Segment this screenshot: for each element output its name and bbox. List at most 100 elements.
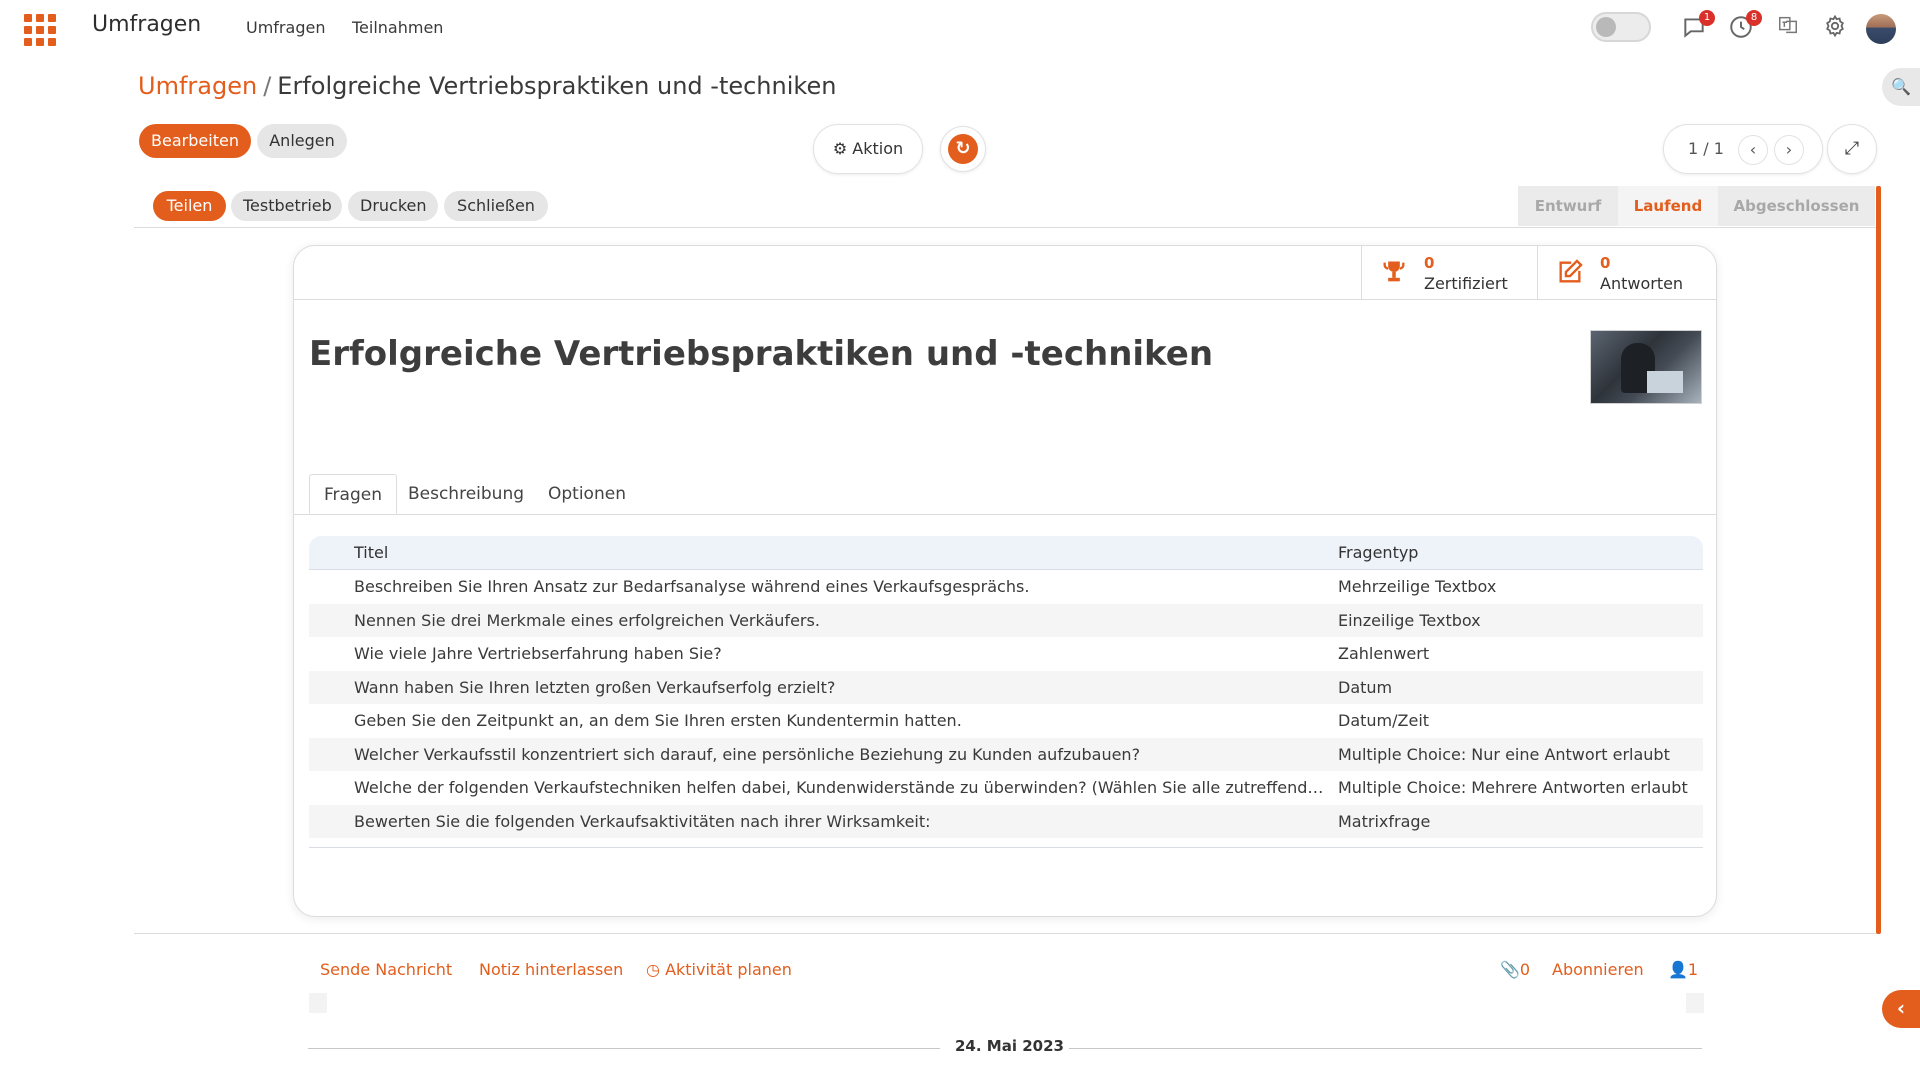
table-row[interactable]: Beschreiben Sie Ihren Ansatz zur Bedarfs… xyxy=(309,570,1703,604)
question-type: Einzeilige Textbox xyxy=(1338,610,1481,630)
menu-item-teilnahmen[interactable]: Teilnahmen xyxy=(352,18,443,37)
table-row[interactable]: Welche der folgenden Verkaufstechniken h… xyxy=(309,771,1703,805)
question-title: Geben Sie den Zeitpunkt an, an dem Sie I… xyxy=(354,711,962,730)
cover-laptop-shape xyxy=(1647,371,1683,393)
chatter-left-marker xyxy=(309,993,327,1013)
log-note-link[interactable]: Notiz hinterlassen xyxy=(479,960,623,979)
certified-stat-button[interactable]: 0 Zertifiziert xyxy=(1361,246,1537,300)
stage-draft[interactable]: Entwurf xyxy=(1518,186,1618,226)
pager-previous-icon[interactable]: ‹ xyxy=(1738,135,1768,165)
stage-closed[interactable]: Abgeschlossen xyxy=(1718,186,1875,226)
tabs-divider xyxy=(294,514,1716,515)
question-title: Nennen Sie drei Merkmale eines erfolgrei… xyxy=(354,610,820,630)
answers-stat-button[interactable]: 0 Antworten xyxy=(1537,246,1713,300)
followers-link[interactable]: 👤1 xyxy=(1668,960,1698,979)
breadcrumb: Umfragen / Erfolgreiche Vertriebspraktiken… xyxy=(138,72,836,100)
chatter-divider xyxy=(134,933,1876,934)
question-title: Bewerten Sie die folgenden Verkaufsaktiv… xyxy=(354,811,931,831)
gear-icon: ⚙ xyxy=(832,139,848,158)
pager-value[interactable]: 1 / 1 xyxy=(1688,139,1724,158)
tab-description[interactable]: Beschreibung xyxy=(405,474,527,514)
followers-count: 1 xyxy=(1687,960,1699,979)
chatter-right-marker xyxy=(1686,993,1704,1013)
user-avatar[interactable] xyxy=(1866,14,1896,44)
question-title: Welcher Verkaufsstil konzentriert sich d… xyxy=(354,744,1141,764)
apps-menu-icon[interactable] xyxy=(24,14,56,46)
answers-count: 0 xyxy=(1600,254,1611,272)
question-title: Wie viele Jahre Vertriebserfahrung haben… xyxy=(354,644,722,663)
paperclip-icon: 📎 xyxy=(1500,960,1520,979)
follow-link[interactable]: Abonnieren xyxy=(1552,960,1644,979)
fullscreen-expand-icon[interactable]: ⤢ xyxy=(1827,124,1877,174)
messages-icon[interactable]: 1 xyxy=(1679,10,1715,44)
table-footer xyxy=(309,838,1703,848)
answers-label: Antworten xyxy=(1600,274,1684,293)
table-row[interactable]: Nennen Sie drei Merkmale eines erfolgrei… xyxy=(309,603,1703,637)
question-type: Datum/Zeit xyxy=(1338,711,1430,730)
share-button[interactable]: Teilen xyxy=(153,191,226,221)
language-icon[interactable] xyxy=(1773,14,1803,44)
question-type: Multiple Choice: Nur eine Antwort erlaub… xyxy=(1338,744,1670,764)
question-title: Welche der folgenden Verkaufstechniken h… xyxy=(354,778,1324,797)
table-row[interactable]: Welcher Verkaufsstil konzentriert sich d… xyxy=(309,737,1703,771)
refresh-button[interactable]: ↻ xyxy=(940,126,986,172)
schedule-activity-label: Aktivität planen xyxy=(665,960,792,979)
pager-next-icon[interactable]: › xyxy=(1774,135,1804,165)
menu-item-umfragen[interactable]: Umfragen xyxy=(246,18,325,37)
trophy-icon xyxy=(1380,258,1408,292)
question-type: Mehrzeilige Textbox xyxy=(1338,577,1497,596)
table-header: Titel Fragentyp xyxy=(309,536,1703,570)
action-menu-button[interactable]: ⚙ Aktion xyxy=(813,124,923,174)
table-row[interactable]: Geben Sie den Zeitpunkt an, an dem Sie I… xyxy=(309,704,1703,738)
dark-mode-toggle[interactable] xyxy=(1591,12,1651,42)
send-message-link[interactable]: Sende Nachricht xyxy=(320,960,452,979)
test-run-button[interactable]: Testbetrieb xyxy=(231,191,342,221)
record-pager: 1 / 1 ‹ › xyxy=(1663,124,1823,174)
smart-buttons-row: 0 Zertifiziert 0 Antworten xyxy=(294,246,1716,300)
statusbar-divider xyxy=(134,227,1876,228)
top-navbar: Umfragen Umfragen Teilnahmen 1 8 xyxy=(0,0,1920,56)
user-icon: 👤 xyxy=(1668,960,1688,979)
column-header-title[interactable]: Titel xyxy=(354,536,1324,570)
create-button[interactable]: Anlegen xyxy=(257,124,347,158)
breadcrumb-parent-link[interactable]: Umfragen xyxy=(138,72,257,100)
close-survey-button[interactable]: Schließen xyxy=(444,191,548,221)
question-type: Multiple Choice: Mehrere Antworten erlau… xyxy=(1338,778,1688,797)
questions-table: Titel Fragentyp Beschreiben Sie Ihren An… xyxy=(309,536,1703,848)
attachments-link[interactable]: 📎0 xyxy=(1500,960,1530,979)
settings-gear-icon[interactable] xyxy=(1820,14,1850,44)
question-type: Zahlenwert xyxy=(1338,644,1430,663)
action-label: Aktion xyxy=(852,139,904,158)
app-brand[interactable]: Umfragen xyxy=(92,12,201,37)
certified-count: 0 xyxy=(1424,254,1435,272)
scroll-indicator[interactable] xyxy=(1876,186,1881,934)
message-date-separator: 24. Mai 2023 xyxy=(955,1037,1064,1055)
breadcrumb-separator: / xyxy=(263,72,272,100)
survey-title[interactable]: Erfolgreiche Vertriebspraktiken und -tec… xyxy=(309,334,1213,374)
toggle-knob xyxy=(1596,17,1616,37)
breadcrumb-current: Erfolgreiche Vertriebspraktiken und -tec… xyxy=(277,72,837,100)
edit-button[interactable]: Bearbeiten xyxy=(139,124,251,158)
edit-icon xyxy=(1556,258,1584,292)
table-row[interactable]: Wann haben Sie Ihren letzten großen Verk… xyxy=(309,670,1703,704)
date-divider-right xyxy=(1069,1048,1702,1049)
column-header-type[interactable]: Fragentyp xyxy=(1338,536,1688,570)
stage-running[interactable]: Laufend xyxy=(1618,186,1718,226)
table-row[interactable]: Bewerten Sie die folgenden Verkaufsaktiv… xyxy=(309,804,1703,838)
survey-form-sheet: 0 Zertifiziert 0 Antworten Erfolgreiche … xyxy=(293,245,1717,917)
refresh-icon: ↻ xyxy=(948,134,978,164)
stage-statusbar: Entwurf Laufend Abgeschlossen xyxy=(1518,186,1875,226)
attachments-count: 0 xyxy=(1519,960,1531,979)
schedule-activity-link[interactable]: ◷ Aktivität planen xyxy=(646,960,792,979)
search-panel-tab-icon[interactable]: 🔍 xyxy=(1882,68,1920,106)
tab-options[interactable]: Optionen xyxy=(535,474,639,514)
survey-cover-image[interactable] xyxy=(1590,330,1702,404)
certified-label: Zertifiziert xyxy=(1424,274,1508,293)
question-type: Matrixfrage xyxy=(1338,811,1431,831)
chatter-collapse-chevron-icon[interactable]: ‹ xyxy=(1882,990,1920,1028)
tab-questions[interactable]: Fragen xyxy=(309,474,397,514)
activity-clock-icon[interactable]: 8 xyxy=(1726,10,1762,44)
question-title: Wann haben Sie Ihren letzten großen Verk… xyxy=(354,677,836,697)
print-button[interactable]: Drucken xyxy=(348,191,438,221)
table-row[interactable]: Wie viele Jahre Vertriebserfahrung haben… xyxy=(309,637,1703,671)
